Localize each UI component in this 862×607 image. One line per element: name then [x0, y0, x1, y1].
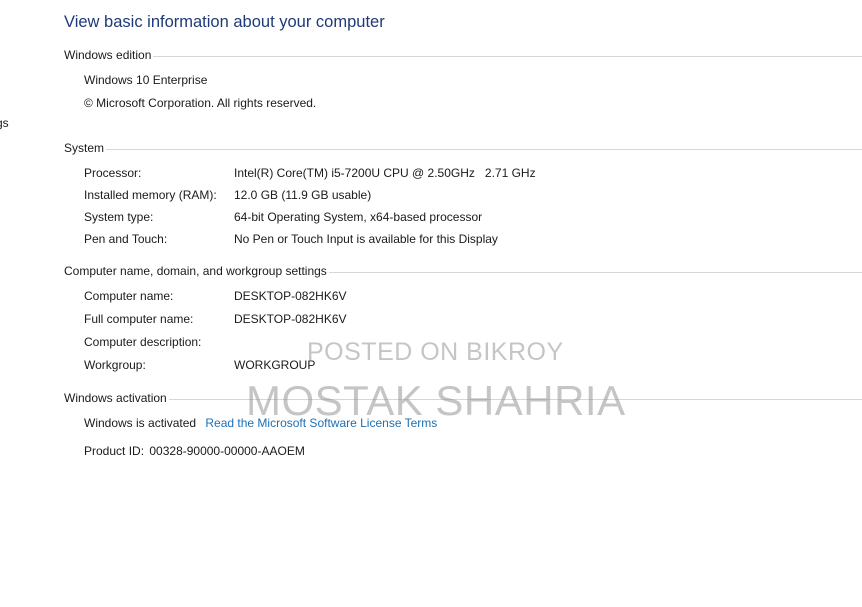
- row-key: System type:: [84, 210, 154, 224]
- row-key: Workgroup:: [84, 358, 146, 372]
- row-key: Full computer name:: [84, 312, 194, 326]
- computer-row-full-name: Full computer name: DESKTOP-082HK6V: [84, 311, 347, 327]
- row-key: Pen and Touch:: [84, 232, 168, 246]
- windows-edition-name: Windows 10 Enterprise: [84, 73, 208, 87]
- row-value: DESKTOP-082HK6V: [234, 289, 347, 303]
- watermark-text-name: MOSTAK SHAHRIA: [246, 377, 626, 424]
- computer-row-name: Computer name: DESKTOP-082HK6V: [84, 288, 347, 304]
- row-value: DESKTOP-082HK6V: [234, 312, 347, 326]
- section-divider: [106, 148, 862, 150]
- computer-row-workgroup: Workgroup: WORKGROUP: [84, 357, 315, 373]
- left-edge-clipped-text: gs: [0, 116, 9, 130]
- section-header-label: Windows edition: [64, 48, 152, 62]
- section-system: System: [64, 140, 862, 156]
- system-row-ram: Installed memory (RAM): 12.0 GB (11.9 GB …: [84, 187, 371, 203]
- section-header-label: System: [64, 141, 105, 155]
- row-key: Processor:: [84, 166, 142, 180]
- row-key: Computer description:: [84, 335, 202, 349]
- system-row-type: System type: 64-bit Operating System, x64…: [84, 209, 482, 225]
- product-id-value: 00328-90000-00000-AAOEM: [149, 444, 305, 458]
- section-divider: [153, 55, 862, 57]
- row-value: 64-bit Operating System, x64-based proce…: [234, 210, 483, 224]
- system-row-processor: Processor: Intel(R) Core(TM) i5-7200U CPU…: [84, 165, 536, 181]
- section-header-label: Computer name, domain, and workgroup set…: [64, 264, 327, 278]
- section-header-label: Windows activation: [64, 391, 167, 405]
- computer-row-description: Computer description:: [84, 334, 234, 350]
- section-computer-name: Computer name, domain, and workgroup set…: [64, 263, 862, 279]
- system-row-pen-touch: Pen and Touch: No Pen or Touch Input is a…: [84, 231, 498, 247]
- watermark-text-posted: POSTED ON BIKROY: [307, 338, 564, 366]
- product-id-row: Product ID: 00328-90000-00000-AAOEM: [84, 443, 305, 459]
- row-key: Computer name:: [84, 289, 174, 303]
- row-key: Installed memory (RAM):: [84, 188, 217, 202]
- section-divider: [328, 271, 862, 273]
- page-title: View basic information about your comput…: [64, 13, 385, 31]
- row-value: No Pen or Touch Input is available for t…: [234, 232, 498, 246]
- row-value: 12.0 GB (11.9 GB usable): [234, 188, 372, 202]
- row-value: WORKGROUP: [234, 358, 316, 372]
- section-windows-edition: Windows edition: [64, 47, 862, 63]
- copyright-text: © Microsoft Corporation. All rights rese…: [84, 96, 317, 110]
- row-value: Intel(R) Core(TM) i5-7200U CPU @ 2.50GHz…: [234, 166, 536, 180]
- activation-status: Windows is activated: [84, 416, 197, 430]
- product-id-label: Product ID:: [84, 444, 145, 458]
